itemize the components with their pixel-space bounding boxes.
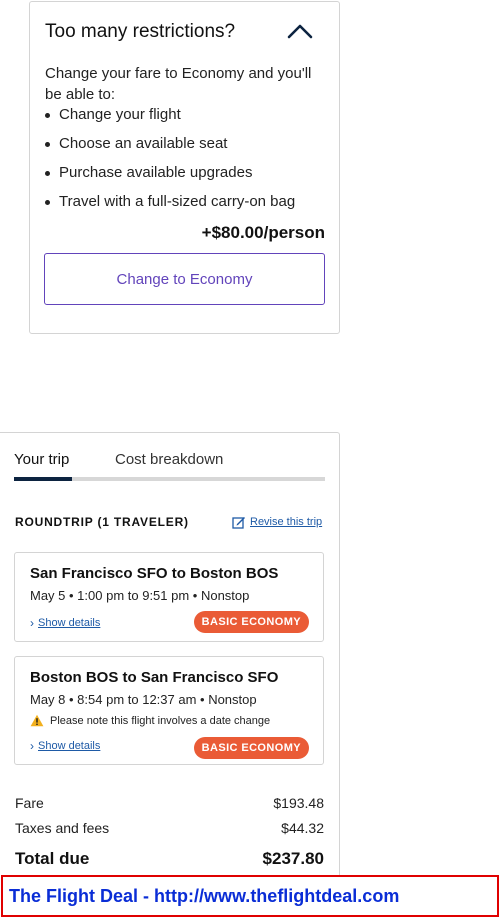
tab-cost-breakdown[interactable]: Cost breakdown [115, 451, 223, 468]
show-details-label: Show details [38, 617, 101, 629]
trip-summary-panel: Your trip Cost breakdown ROUNDTRIP (1 TR… [0, 432, 340, 882]
fare-row: Fare $193.48 [15, 795, 324, 811]
warning-icon [30, 714, 44, 727]
revise-trip-label: Revise this trip [250, 516, 323, 528]
show-details-link[interactable]: › Show details [30, 616, 100, 630]
date-change-warning: Please note this flight involves a date … [30, 714, 270, 727]
warning-text: Please note this flight involves a date … [50, 714, 271, 727]
tab-your-trip[interactable]: Your trip [14, 451, 69, 468]
fare-class-badge: BASIC ECONOMY [193, 737, 309, 759]
show-details-link[interactable]: › Show details [30, 739, 100, 753]
tab-bar: Your trip Cost breakdown [14, 451, 325, 481]
revise-trip-link[interactable]: Revise this trip [232, 515, 322, 529]
chevron-right-icon: › [30, 616, 34, 630]
taxes-value: $44.32 [281, 820, 324, 836]
flight-card-outbound: San Francisco SFO to Boston BOS May 5 • … [14, 552, 324, 642]
fare-class-badge: BASIC ECONOMY [193, 611, 309, 633]
taxes-label: Taxes and fees [15, 820, 110, 836]
benefit-item: Choose an available seat [45, 133, 330, 162]
flight-times: May 8 • 8:54 pm to 12:37 am • Nonstop [30, 692, 257, 707]
banner-text: The Flight Deal - http://www.theflightde… [9, 885, 400, 906]
benefit-item: Travel with a full-sized carry-on bag [45, 191, 330, 220]
benefits-list: Change your flight Choose an available s… [45, 104, 330, 220]
taxes-row: Taxes and fees $44.32 [15, 820, 324, 836]
flight-times: May 5 • 1:00 pm to 9:51 pm • Nonstop [30, 588, 250, 603]
upsell-card: Too many restrictions? Change your fare … [29, 1, 340, 334]
edit-icon [232, 517, 245, 529]
chevron-right-icon: › [30, 739, 34, 753]
total-row: Total due $237.80 [15, 849, 324, 869]
total-value: $237.80 [262, 849, 324, 868]
watermark-banner: The Flight Deal - http://www.theflightde… [1, 875, 499, 917]
flight-route: San Francisco SFO to Boston BOS [30, 565, 279, 582]
fare-value: $193.48 [273, 795, 324, 811]
fare-label: Fare [15, 795, 44, 811]
roundtrip-label: ROUNDTRIP (1 TRAVELER) [15, 515, 189, 529]
upsell-price: +$80.00/person [201, 223, 325, 242]
flight-card-return: Boston BOS to San Francisco SFO May 8 • … [14, 656, 324, 765]
benefit-item: Change your flight [45, 104, 330, 133]
chevron-up-icon[interactable] [287, 22, 313, 40]
flight-route: Boston BOS to San Francisco SFO [30, 669, 279, 686]
active-tab-indicator [14, 477, 72, 481]
upsell-intro: Change your fare to Economy and you'll b… [45, 65, 312, 103]
total-label: Total due [15, 849, 90, 868]
change-to-economy-button[interactable]: Change to Economy [44, 253, 325, 305]
upsell-title: Too many restrictions? [45, 21, 236, 42]
benefit-item: Purchase available upgrades [45, 162, 330, 191]
show-details-label: Show details [38, 740, 101, 752]
